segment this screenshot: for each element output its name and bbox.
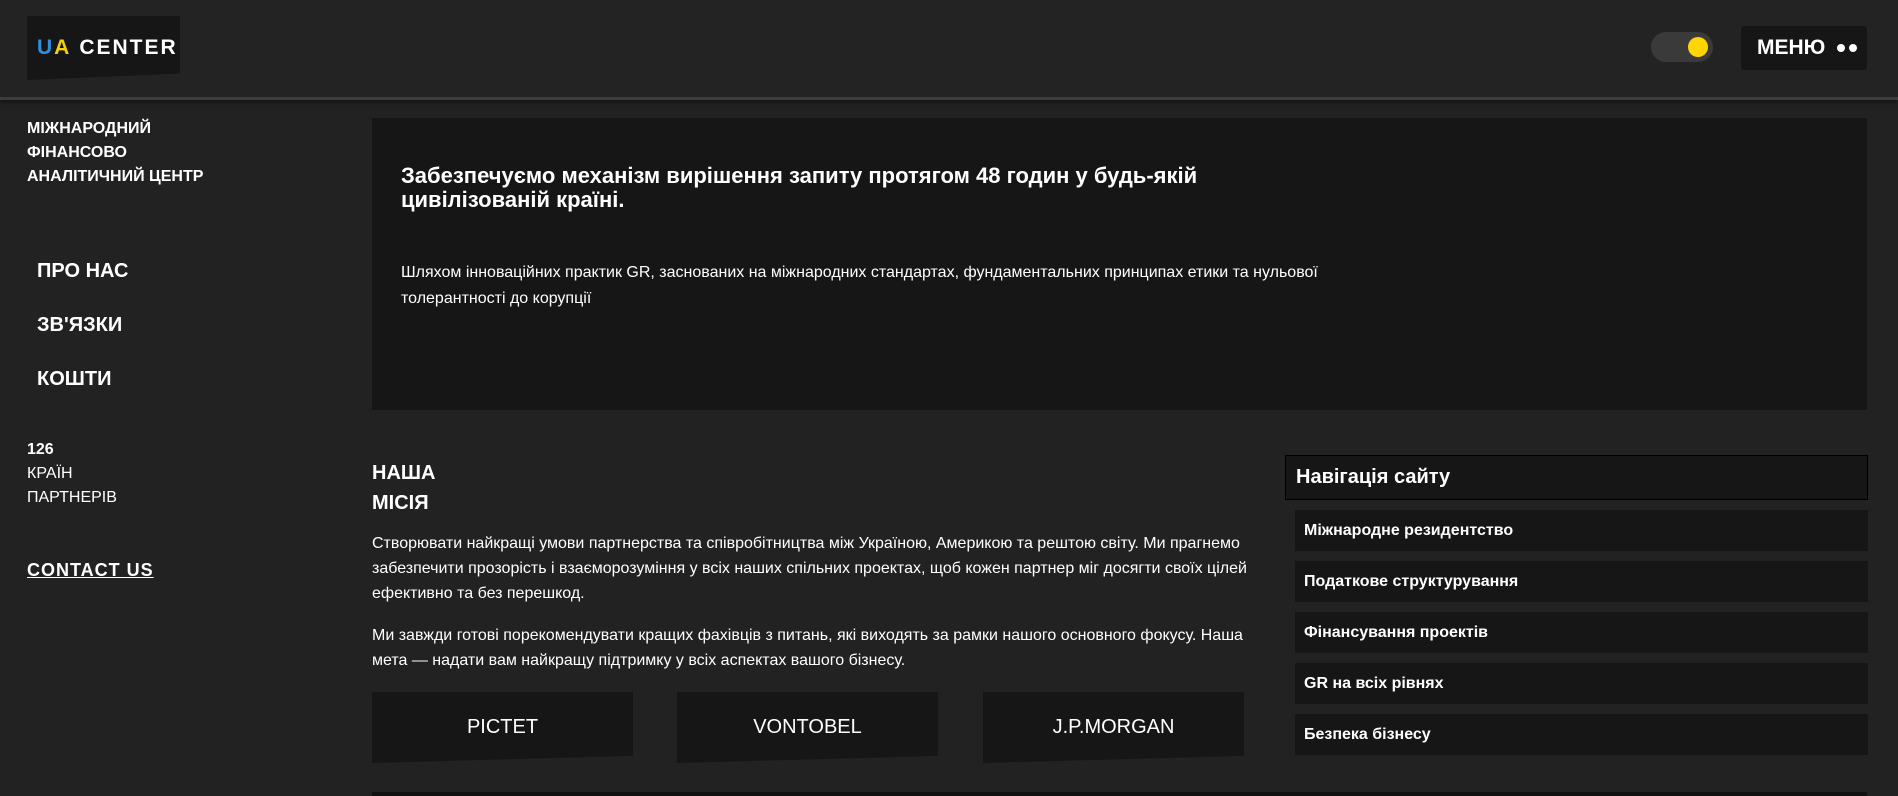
hero-panel: Забезпечуємо механізм вирішення запиту п… <box>372 118 1867 410</box>
sidebar-item-connections[interactable]: ЗВ'ЯЗКИ <box>37 298 128 352</box>
site-nav-item-residency[interactable]: Міжнародне резидентство <box>1295 510 1868 551</box>
partner-stats: 126 КРАЇН ПАРТНЕРІВ <box>27 438 117 510</box>
tagline-line: АНАЛІТИЧНИЙ ЦЕНТР <box>27 168 204 185</box>
tagline-line: МІЖНАРОДНИЙ <box>27 120 151 137</box>
sidebar-item-about[interactable]: ПРО НАС <box>37 244 128 298</box>
theme-toggle-knob <box>1688 37 1708 57</box>
site-header: U A CENTER МЕНЮ <box>0 0 1898 100</box>
logo-letter-u: U <box>37 36 55 59</box>
partner-card-vontobel[interactable]: VONTOBEL <box>677 692 938 763</box>
partner-card-pictet[interactable]: PICTET <box>372 692 633 763</box>
partner-logos: PICTET VONTOBEL J.P.MORGAN <box>372 692 1245 763</box>
logo-letter-a: A <box>54 36 72 59</box>
menu-button[interactable]: МЕНЮ <box>1741 26 1867 70</box>
sidebar-item-funds[interactable]: КОШТИ <box>37 352 128 406</box>
hero-text: Шляхом інноваційних практик GR, заснован… <box>401 264 1318 307</box>
mission-title: НАША МІСІЯ <box>372 458 435 518</box>
menu-label: МЕНЮ <box>1757 36 1826 59</box>
site-navigation-title: Навігація сайту <box>1285 455 1868 500</box>
section-divider <box>372 792 1867 796</box>
menu-dots-icon <box>1837 44 1858 52</box>
site-nav-item-security[interactable]: Безпека бізнесу <box>1295 714 1868 755</box>
mission-title-line1: НАША <box>372 462 436 484</box>
sidebar-tagline: МІЖНАРОДНИЙ ФІНАНСОВО АНАЛІТИЧНИЙ ЦЕНТР <box>27 117 267 189</box>
mission-paragraph-1: Створювати найкращі умови партнерства та… <box>372 535 1247 602</box>
mission-paragraph-2: Ми завжди готові порекомендувати кращих … <box>372 627 1243 669</box>
mission-title-line2: МІСІЯ <box>372 492 429 514</box>
logo-word-center: CENTER <box>79 36 178 59</box>
tagline-line: ФІНАНСОВО <box>27 144 127 161</box>
stats-label-countries: КРАЇН <box>27 465 73 482</box>
theme-toggle[interactable] <box>1651 32 1713 62</box>
stats-number: 126 <box>27 441 54 458</box>
contact-us-link[interactable]: CONTACT US <box>27 560 154 581</box>
site-logo[interactable]: U A CENTER <box>27 16 180 80</box>
stats-label-partners: ПАРТНЕРІВ <box>27 489 117 506</box>
sidebar-nav: ПРО НАС ЗВ'ЯЗКИ КОШТИ <box>37 244 128 406</box>
hero-title: Забезпечуємо механізм вирішення запиту п… <box>401 163 1198 212</box>
site-nav-item-tax[interactable]: Податкове структурування <box>1295 561 1868 602</box>
site-nav-item-gr[interactable]: GR на всіх рівнях <box>1295 663 1868 704</box>
partner-card-jpmorgan[interactable]: J.P.MORGAN <box>983 692 1244 763</box>
site-navigation-panel: Навігація сайту Міжнародне резидентство … <box>1285 455 1868 755</box>
site-nav-item-financing[interactable]: Фінансування проектів <box>1295 612 1868 653</box>
